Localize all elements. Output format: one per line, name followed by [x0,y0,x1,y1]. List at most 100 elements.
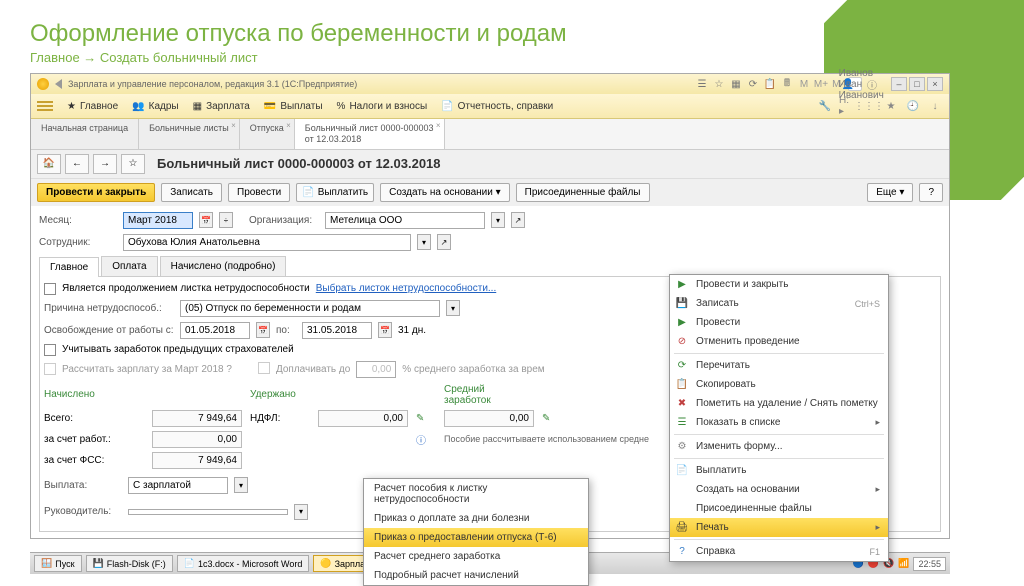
clock[interactable]: 22:55 [913,557,946,571]
tab-sick-lists[interactable]: Больничные листы× [139,119,240,149]
close-icon[interactable]: × [231,121,236,130]
menu-zarplata[interactable]: ▦ Зарплата [193,101,250,112]
nav-back-button[interactable]: ← [65,154,89,174]
tool-icon[interactable]: ↓ [927,98,943,114]
edit-icon[interactable]: ✎ [416,413,436,424]
tool-icon[interactable]: 🕘 [905,98,921,114]
tab-start[interactable]: Начальная страница [31,119,139,149]
cm-mark-delete[interactable]: ✖Пометить на удаление / Снять пометку [670,394,888,413]
topup-checkbox[interactable] [258,362,270,374]
cm-run-close[interactable]: ▶Провести и закрыть [670,275,888,294]
employee-input[interactable]: Обухова Юлия Анатольевна [123,234,411,251]
date-from-input[interactable]: 01.05.2018 [180,322,250,339]
cm-edit-form[interactable]: ⚙Изменить форму... [670,437,888,456]
cm-reread[interactable]: ⟳Перечитать [670,356,888,375]
sm-order-topup[interactable]: Приказ о доплате за дни болезни [364,509,588,528]
calc-salary-checkbox[interactable] [44,363,56,375]
cm-copy[interactable]: 📋Скопировать [670,375,888,394]
sm-calc-benefit[interactable]: Расчет пособия к листку нетрудоспособнос… [364,479,588,509]
inner-tab-accrued[interactable]: Начислено (подробно) [160,256,287,276]
dropdown-icon[interactable]: ▾ [234,477,248,493]
task-flash[interactable]: 💾 Flash-Disk (F:) [86,555,173,572]
task-word[interactable]: 📄 1с3.docx - Microsoft Word [177,555,310,572]
write-button[interactable]: Записать [161,183,222,202]
start-button[interactable]: 🪟 Пуск [34,555,82,572]
calendar-icon[interactable]: 📅 [256,322,270,338]
topup-input[interactable]: 0,00 [356,361,396,378]
cm-pay[interactable]: 📄Выплатить [670,461,888,480]
month-input[interactable]: Март 2018 [123,212,193,229]
org-input[interactable]: Метелица ООО [325,212,485,229]
tb-icon[interactable]: 🖩 [780,77,794,91]
dropdown-icon[interactable]: ▾ [446,300,460,316]
sm-order-vacation[interactable]: Приказ о предоставлении отпуска (Т-6) [364,528,588,547]
maximize-button[interactable]: □ [909,77,925,91]
more-button[interactable]: Еще ▾ [867,183,913,202]
tb-icon[interactable]: 📋 [763,77,777,91]
tb-icon[interactable]: M [797,77,811,91]
dropdown-icon[interactable]: ▾ [491,212,505,228]
sm-calc-avg[interactable]: Расчет среднего заработка [364,547,588,566]
date-to-input[interactable]: 31.05.2018 [302,322,372,339]
burger-icon[interactable] [37,101,53,111]
cm-show-list[interactable]: ☰Показать в списке▸ [670,413,888,432]
menu-main[interactable]: ★ Главное [67,101,118,112]
close-button[interactable]: × [927,77,943,91]
reason-input[interactable]: (05) Отпуск по беременности и родам [180,300,440,317]
tb-icon[interactable]: ☆ [712,77,726,91]
stepper-icon[interactable]: ÷ [219,212,233,228]
cm-help[interactable]: ?СправкаF1 [670,542,888,561]
manager-input[interactable] [128,509,288,515]
files-button[interactable]: Присоединенные файлы [516,183,650,202]
tab-vacations[interactable]: Отпуска× [240,119,295,149]
minimize-button[interactable]: – [891,77,907,91]
back-arrow-icon[interactable] [55,79,62,89]
sm-detailed[interactable]: Подробный расчет начислений [364,566,588,585]
dropdown-icon[interactable]: ▾ [294,504,308,520]
continuation-checkbox[interactable] [44,283,56,295]
nav-home-button[interactable]: 🏠 [37,154,61,174]
inner-tab-main[interactable]: Главное [39,257,99,277]
tb-icon[interactable]: ⟳ [746,77,760,91]
nav-fwd-button[interactable]: → [93,154,117,174]
menu-nalogi[interactable]: % Налоги и взносы [337,101,428,112]
tb-icon[interactable]: ☰ [695,77,709,91]
cm-run[interactable]: ▶Провести [670,313,888,332]
cm-create-based[interactable]: Создать на основании▸ [670,480,888,499]
cm-cancel[interactable]: ⊘Отменить проведение [670,332,888,351]
cm-files[interactable]: Присоединенные файлы [670,499,888,518]
calendar-icon[interactable]: 📅 [378,322,392,338]
close-icon[interactable]: × [436,121,441,131]
tb-icon[interactable]: ▦ [729,77,743,91]
edit-icon[interactable]: ✎ [542,413,562,424]
dropdown-icon[interactable]: ▾ [417,234,431,250]
tray-icon[interactable]: 📶 [898,558,909,569]
create-based-button[interactable]: Создать на основании ▾ [380,183,510,202]
open-icon[interactable]: ↗ [511,212,525,228]
nav-star-button[interactable]: ☆ [121,154,145,174]
help-button[interactable]: ? [919,183,943,202]
cm-write[interactable]: 💾ЗаписатьCtrl+S [670,294,888,313]
tool-icon[interactable]: Н: ▸ [839,98,855,114]
cm-print[interactable]: 🖨Печать▸ [670,518,888,537]
payout-input[interactable]: С зарплатой [128,477,228,494]
select-sheet-link[interactable]: Выбрать листок нетрудоспособности... [316,283,496,294]
menu-kadry[interactable]: 👥 Кадры [132,101,178,112]
prev-insurers-checkbox[interactable] [44,344,56,356]
user-badge[interactable]: 👤 Иванов Иван Иванович [848,77,862,91]
run-button[interactable]: Провести [228,183,290,202]
tb-icon[interactable]: M+ [814,77,828,91]
tool-icon[interactable]: ★ [883,98,899,114]
tb-icon[interactable]: ⓘ [865,77,879,91]
calendar-icon[interactable]: 📅 [199,212,213,228]
open-icon[interactable]: ↗ [437,234,451,250]
menu-otchet[interactable]: 📄 Отчетность, справки [441,101,553,112]
tool-icon[interactable]: 🔧 [817,98,833,114]
tool-icon[interactable]: ⋮⋮⋮ [861,98,877,114]
menu-vyplaty[interactable]: 💳 Выплаты [264,101,323,112]
inner-tab-pay[interactable]: Оплата [101,256,157,276]
pay-button[interactable]: 📄 Выплатить [296,183,374,202]
run-and-close-button[interactable]: Провести и закрыть [37,183,155,202]
close-icon[interactable]: × [286,121,291,130]
tab-document[interactable]: Больничный лист 0000-000003от 12.03.2018… [295,119,445,149]
